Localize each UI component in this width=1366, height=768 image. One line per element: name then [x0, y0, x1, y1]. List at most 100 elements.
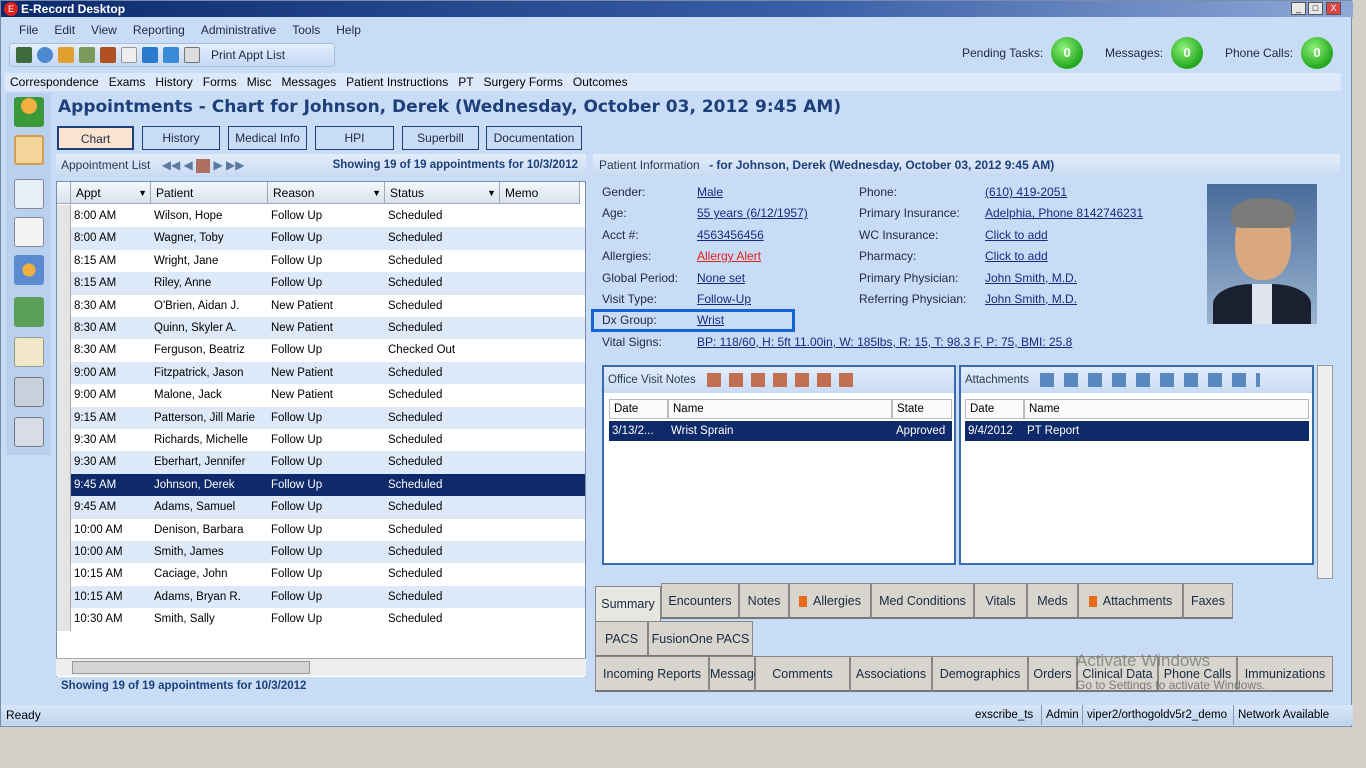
- tab-encounters[interactable]: Encounters: [661, 583, 739, 619]
- tab-orders[interactable]: Orders: [1028, 656, 1077, 692]
- tasks-icon[interactable]: [14, 297, 44, 327]
- row-selector[interactable]: [57, 384, 71, 407]
- menu-pt[interactable]: PT: [453, 73, 478, 91]
- menu-messages[interactable]: Messages: [276, 73, 341, 91]
- tab-notes[interactable]: Notes: [739, 583, 789, 619]
- pending-tasks[interactable]: Pending Tasks: 0: [962, 37, 1084, 69]
- image-icon[interactable]: [79, 47, 95, 63]
- tab-incoming-reports[interactable]: Incoming Reports: [595, 656, 709, 692]
- table-row[interactable]: 9:45 AM Johnson, Derek Follow Up Scheduled: [57, 473, 585, 497]
- table-row[interactable]: 8:00 AM Wilson, Hope Follow Up Scheduled: [57, 205, 585, 228]
- tab-demographics[interactable]: Demographics: [932, 656, 1028, 692]
- messages-counter[interactable]: Messages: 0: [1105, 37, 1204, 69]
- print-appt-list-button[interactable]: Print Appt List: [211, 48, 285, 62]
- menu-exams[interactable]: Exams: [104, 73, 151, 91]
- appointments-icon[interactable]: [14, 135, 44, 165]
- document-icon[interactable]: [121, 47, 137, 63]
- menu-tools[interactable]: Tools: [284, 21, 328, 39]
- table-row[interactable]: 9:45 AM Adams, Samuel Follow Up Scheduled: [57, 496, 585, 519]
- menu-view[interactable]: View: [83, 21, 125, 39]
- notes-col-name[interactable]: Name: [668, 399, 892, 419]
- table-row[interactable]: 8:00 AM Wagner, Toby Follow Up Scheduled: [57, 227, 585, 250]
- maximize-button[interactable]: □: [1308, 2, 1323, 15]
- table-row[interactable]: 10:15 AM Caciage, John Follow Up Scheduled: [57, 563, 585, 586]
- row-selector[interactable]: [57, 518, 71, 541]
- next-page-icon[interactable]: ▶: [213, 158, 222, 172]
- row-selector[interactable]: [57, 227, 71, 250]
- table-row[interactable]: 8:15 AM Riley, Anne Follow Up Scheduled: [57, 272, 585, 295]
- row-selector[interactable]: [57, 563, 71, 586]
- row-selector[interactable]: [57, 317, 71, 340]
- document-icon[interactable]: [14, 217, 44, 247]
- menu-history[interactable]: History: [150, 73, 197, 91]
- column-memo[interactable]: Memo: [500, 182, 580, 204]
- row-selector[interactable]: [57, 294, 71, 317]
- row-selector[interactable]: [57, 339, 71, 362]
- users-icon[interactable]: [14, 255, 44, 285]
- prev-page-icon[interactable]: ◀: [184, 158, 193, 172]
- tab-fusionone-pacs[interactable]: FusionOne PACS: [648, 621, 753, 657]
- spreadsheet-icon[interactable]: [14, 337, 44, 367]
- notes-toolbar-icons[interactable]: [706, 372, 857, 387]
- attachment-row[interactable]: 9/4/2012 PT Report: [965, 421, 1309, 441]
- right-field-value[interactable]: Adelphia, Phone 8142746231: [985, 206, 1143, 220]
- right-field-value[interactable]: John Smith, M.D.: [985, 271, 1077, 285]
- menu-reporting[interactable]: Reporting: [125, 21, 193, 39]
- mail-icon[interactable]: [14, 179, 44, 209]
- horizontal-scrollbar[interactable]: [56, 658, 586, 676]
- left-field-value[interactable]: Allergy Alert: [697, 249, 761, 263]
- book-icon[interactable]: [100, 47, 116, 63]
- download-icon[interactable]: [142, 47, 158, 63]
- tab-attachments[interactable]: Attachments: [1078, 583, 1183, 619]
- row-selector[interactable]: [57, 272, 71, 295]
- table-row[interactable]: 10:00 AM Smith, James Follow Up Scheduled: [57, 541, 585, 564]
- table-row[interactable]: 8:30 AM O'Brien, Aidan J. New Patient Sched…: [57, 294, 585, 317]
- fax-icon[interactable]: [14, 377, 44, 407]
- calendar-icon[interactable]: [16, 47, 32, 63]
- row-selector[interactable]: [57, 361, 71, 385]
- table-row[interactable]: 9:00 AM Fitzpatrick, Jason New Patient Sche…: [57, 361, 585, 385]
- table-row[interactable]: 10:00 AM Denison, Barbara Follow Up Schedul…: [57, 518, 585, 541]
- row-selector[interactable]: [57, 473, 71, 497]
- right-field-value[interactable]: Click to add: [985, 249, 1048, 263]
- row-selector[interactable]: [57, 451, 71, 474]
- notes-row[interactable]: 3/13/2... Wrist Sprain Approved: [609, 421, 952, 441]
- row-selector[interactable]: [57, 249, 71, 273]
- column-reason[interactable]: Reason ▼: [268, 182, 385, 204]
- nav-chart-button[interactable]: Chart: [57, 126, 134, 150]
- column-status[interactable]: Status ▼: [385, 182, 500, 204]
- menu-administrative[interactable]: Administrative: [193, 21, 284, 39]
- pending-tasks-count[interactable]: 0: [1051, 37, 1084, 69]
- tab-meds[interactable]: Meds: [1027, 583, 1078, 619]
- minimize-button[interactable]: _: [1291, 2, 1306, 15]
- left-field-value[interactable]: Wrist: [697, 313, 724, 327]
- tab-comments[interactable]: Comments: [755, 656, 850, 692]
- table-row[interactable]: 9:30 AM Richards, Michelle Follow Up Schedu…: [57, 429, 585, 452]
- row-selector[interactable]: [57, 541, 71, 564]
- favorites-icon[interactable]: [58, 47, 74, 63]
- tab-faxes[interactable]: Faxes: [1183, 583, 1233, 619]
- table-row[interactable]: 9:00 AM Malone, Jack New Patient Scheduled: [57, 384, 585, 407]
- menu-correspondence[interactable]: Correspondence: [5, 73, 104, 91]
- left-field-value[interactable]: 55 years (6/12/1957): [697, 206, 808, 220]
- table-row[interactable]: 8:30 AM Ferguson, Beatriz Follow Up Checked…: [57, 339, 585, 362]
- close-button[interactable]: X: [1326, 2, 1341, 15]
- menu-patient-instructions[interactable]: Patient Instructions: [341, 73, 453, 91]
- menu-edit[interactable]: Edit: [46, 21, 83, 39]
- left-field-value[interactable]: Male: [697, 185, 723, 199]
- scroll-thumb[interactable]: [72, 661, 310, 674]
- vital-signs-link[interactable]: BP: 118/60, H: 5ft 11.00in, W: 185lbs, R…: [697, 335, 1072, 349]
- menu-misc[interactable]: Misc: [242, 73, 277, 91]
- tab-messages[interactable]: Messages: [709, 656, 767, 692]
- notes-col-date[interactable]: Date: [609, 399, 668, 419]
- notes-col-state[interactable]: State: [892, 399, 952, 419]
- tab-immunizations[interactable]: Immunizations: [1237, 656, 1333, 692]
- nav-hpi-button[interactable]: HPI: [315, 126, 394, 150]
- calendar-picker-icon[interactable]: [196, 158, 211, 173]
- table-row[interactable]: 10:30 AM Smith, Sally Follow Up Scheduled: [57, 608, 585, 631]
- attachments-toolbar-icons[interactable]: [1040, 372, 1261, 387]
- attach-col-date[interactable]: Date: [965, 399, 1024, 419]
- table-row[interactable]: 8:15 AM Wright, Jane Follow Up Scheduled: [57, 249, 585, 273]
- left-field-value[interactable]: Follow-Up: [697, 292, 751, 306]
- left-field-value[interactable]: None set: [697, 271, 745, 285]
